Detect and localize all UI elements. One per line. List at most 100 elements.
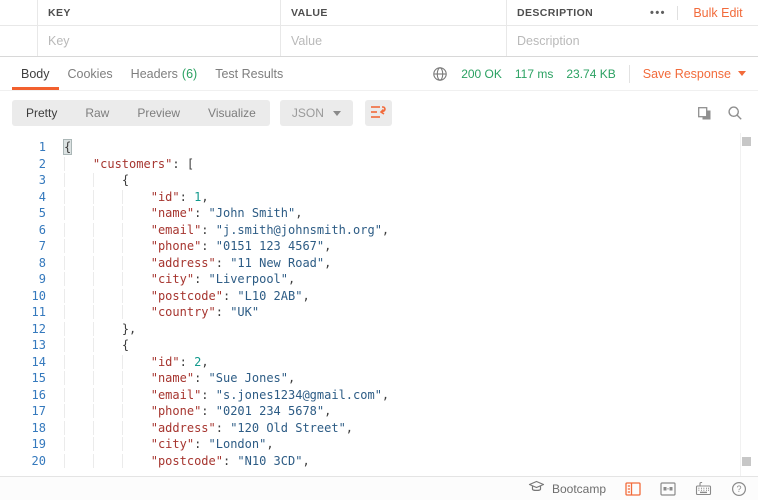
- line-content: "id": 1,: [46, 189, 209, 206]
- line-number: 5: [0, 205, 46, 222]
- indent-guide: [64, 256, 93, 270]
- tab-label: Cookies: [68, 67, 113, 81]
- line-content: "address": "11 New Road",: [46, 255, 331, 272]
- indent-guide: [93, 305, 122, 319]
- value-header-label: VALUE: [291, 7, 328, 19]
- code-line: 14 "id": 2,: [0, 354, 758, 371]
- bulk-edit-button[interactable]: Bulk Edit: [678, 6, 758, 20]
- tab-headers[interactable]: Headers(6): [122, 57, 207, 90]
- line-number: 14: [0, 354, 46, 371]
- save-response-label: Save Response: [643, 67, 731, 81]
- indent-guide: [64, 157, 93, 171]
- code-line: 1{: [0, 139, 758, 156]
- scrollbar-thumb-bottom[interactable]: [742, 457, 751, 466]
- save-response-button[interactable]: Save Response: [643, 67, 746, 81]
- globe-icon[interactable]: [432, 66, 448, 82]
- scrollbar-thumb-top[interactable]: [742, 137, 751, 146]
- line-content: {: [46, 337, 129, 354]
- status-code: 200 OK: [461, 67, 502, 81]
- indent-guide: [122, 404, 151, 418]
- code-line: 17 "phone": "0201 234 5678",: [0, 403, 758, 420]
- mode-pretty[interactable]: Pretty: [12, 100, 71, 126]
- indent-guide: [64, 338, 93, 352]
- code-line: 9 "city": "Liverpool",: [0, 271, 758, 288]
- key-input[interactable]: [48, 34, 280, 48]
- keyboard-shortcuts-icon[interactable]: [695, 481, 712, 496]
- language-dropdown[interactable]: JSON: [280, 100, 353, 126]
- description-input[interactable]: [517, 34, 758, 48]
- indent-guide: [64, 173, 93, 187]
- indent-guide: [122, 305, 151, 319]
- line-content: "email": "s.jones1234@gmail.com",: [46, 387, 389, 404]
- indent-guide: [64, 355, 93, 369]
- params-input-row: [0, 26, 758, 57]
- indent-guide: [64, 206, 93, 220]
- code-line: 20 "postcode": "N10 3CD",: [0, 453, 758, 470]
- line-content: "customers": [: [46, 156, 194, 173]
- line-content: },: [46, 321, 136, 338]
- tab-label: Test Results: [215, 67, 283, 81]
- indent-guide: [64, 223, 93, 237]
- beautify-icon: [370, 105, 387, 122]
- key-header-label: KEY: [48, 7, 71, 19]
- bootcamp-button[interactable]: Bootcamp: [528, 480, 606, 497]
- key-column-header: KEY: [38, 0, 281, 25]
- indent-guide: [93, 371, 122, 385]
- indent-guide: [122, 206, 151, 220]
- line-number: 13: [0, 337, 46, 354]
- description-header-label: DESCRIPTION: [517, 7, 593, 19]
- line-content: "phone": "0151 123 4567",: [46, 238, 331, 255]
- indent-guide: [122, 190, 151, 204]
- indent-guide: [93, 421, 122, 435]
- tab-test-results[interactable]: Test Results: [206, 57, 292, 90]
- mode-visualize[interactable]: Visualize: [194, 100, 270, 126]
- code-line: 10 "postcode": "L10 2AB",: [0, 288, 758, 305]
- line-number: 19: [0, 436, 46, 453]
- row-handle[interactable]: [0, 26, 38, 56]
- mode-raw[interactable]: Raw: [71, 100, 123, 126]
- indent-guide: [93, 173, 122, 187]
- indent-guide: [122, 355, 151, 369]
- line-number: 11: [0, 304, 46, 321]
- bootcamp-label: Bootcamp: [552, 482, 606, 496]
- code-line: 8 "address": "11 New Road",: [0, 255, 758, 272]
- code-line: 18 "address": "120 Old Street",: [0, 420, 758, 437]
- response-size: 23.74 KB: [566, 67, 615, 81]
- copy-icon[interactable]: [697, 106, 712, 121]
- indent-guide: [93, 404, 122, 418]
- more-options-icon[interactable]: •••: [639, 7, 677, 19]
- code-line: 5 "name": "John Smith",: [0, 205, 758, 222]
- help-icon[interactable]: ?: [731, 481, 747, 497]
- line-content: "postcode": "N10 3CD",: [46, 453, 310, 470]
- indent-guide: [93, 223, 122, 237]
- code-line: 6 "email": "j.smith@johnsmith.org",: [0, 222, 758, 239]
- line-content: "city": "Liverpool",: [46, 271, 295, 288]
- svg-text:?: ?: [736, 484, 741, 494]
- search-icon[interactable]: [727, 105, 743, 121]
- indent-guide: [122, 371, 151, 385]
- indent-guide: [122, 421, 151, 435]
- response-body-editor[interactable]: 1{2 "customers": [3 {4 "id": 1,5 "name":…: [0, 133, 758, 476]
- mode-preview[interactable]: Preview: [123, 100, 194, 126]
- response-tabs: Body Cookies Headers(6) Test Results: [12, 57, 292, 90]
- line-number: 1: [0, 139, 46, 156]
- beautify-button[interactable]: [365, 100, 392, 126]
- line-number: 20: [0, 453, 46, 470]
- indent-guide: [93, 388, 122, 402]
- tab-label: Body: [21, 67, 50, 81]
- two-pane-layout-icon[interactable]: [660, 482, 676, 496]
- tab-body[interactable]: Body: [12, 57, 59, 90]
- indent-guide: [93, 190, 122, 204]
- tab-label: Headers: [131, 67, 178, 81]
- console-icon[interactable]: [625, 482, 641, 496]
- indent-guide: [64, 239, 93, 253]
- line-number: 15: [0, 370, 46, 387]
- line-content: {: [46, 139, 71, 156]
- value-input[interactable]: [291, 34, 506, 48]
- indent-guide: [93, 338, 122, 352]
- indent-guide: [122, 239, 151, 253]
- line-content: "phone": "0201 234 5678",: [46, 403, 331, 420]
- line-content: "id": 2,: [46, 354, 209, 371]
- tab-cookies[interactable]: Cookies: [59, 57, 122, 90]
- indent-guide: [64, 388, 93, 402]
